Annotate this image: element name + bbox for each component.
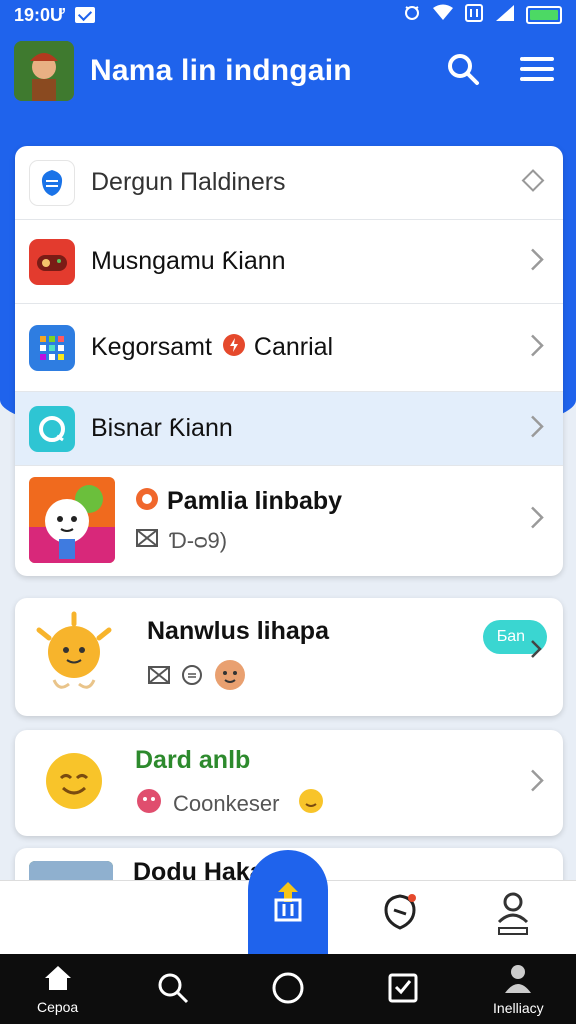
list-item-label: Musngamu Ƙiann [91, 247, 286, 275]
chevron-right-icon [529, 332, 545, 363]
list-item-label-secondary: Canrial [253, 333, 334, 361]
chevron-right-icon [529, 246, 545, 277]
feature-card[interactable]: Nanwlus lihapa Ƃan [15, 598, 563, 716]
list-item[interactable]: Pamlia linbaby Ɗ-ᴑ9) [15, 466, 563, 574]
search-icon [157, 972, 189, 1007]
feature-card[interactable]: Dard anlb Coonkeser [15, 730, 563, 836]
status-bar: 19:0Ư [0, 0, 576, 30]
nav-search[interactable] [128, 972, 218, 1007]
card-title: Nanwlus lihapa [147, 616, 329, 645]
circle-icon [272, 972, 304, 1007]
profile-icon [503, 963, 533, 996]
page-title: Nama lin indngain [90, 54, 352, 87]
list-item[interactable]: Musngamu Ƙiann [15, 220, 563, 304]
pin-notification-icon[interactable] [380, 892, 420, 937]
warning-icon [135, 487, 159, 516]
mail-icon [74, 7, 95, 23]
smiley-face-icon [41, 748, 107, 819]
list-item-label: Kegorsamt [91, 333, 212, 361]
nav-circle[interactable] [243, 972, 333, 1007]
chat-bubble-icon [29, 405, 75, 452]
chevron-right-icon [529, 413, 545, 444]
avatar[interactable] [14, 41, 74, 101]
emoji-red-face-icon [135, 787, 163, 821]
chevron-right-icon [529, 768, 545, 799]
upload-box-icon [274, 882, 302, 922]
alarm-icon [402, 3, 422, 28]
signal-icon [494, 4, 516, 27]
home-icon [43, 964, 73, 995]
checkbox-icon [388, 973, 418, 1006]
alert-icon [222, 333, 246, 362]
nav-home[interactable]: Cepoa [13, 964, 103, 1015]
search-icon[interactable] [446, 52, 480, 91]
list-item[interactable]: Dergun Πaldiners [15, 146, 563, 220]
nav-check[interactable] [358, 973, 448, 1006]
menu-card: Dergun Πaldiners Musngamu Ƙiann Kegorsam… [15, 146, 563, 576]
nav-home-label: Cepoa [36, 998, 79, 1015]
emoji-smile-icon [297, 787, 325, 821]
games-icon [29, 238, 75, 285]
fab-upload-button[interactable] [248, 850, 328, 954]
nfc-icon [464, 3, 484, 28]
status-time: 19:0Ư [14, 4, 65, 25]
chevron-right-icon [529, 638, 543, 665]
menu-icon[interactable] [520, 55, 554, 88]
list-item-label: Dergun Πaldiners [91, 168, 286, 196]
card-subtitle: Coonkeser [173, 790, 280, 816]
list-item-title: Pamlia linbaby [167, 486, 343, 515]
grid-apps-icon [29, 324, 75, 371]
diamond-icon [521, 168, 545, 197]
envelope-icon [135, 528, 159, 554]
list-item-label: Bisnar Ƙiann [91, 414, 233, 442]
list-item[interactable]: Kegorsamt Canrial [15, 304, 563, 392]
nav-profile[interactable]: Inelliacy [473, 963, 563, 1016]
app-shield-icon [29, 159, 75, 206]
wifi-icon [432, 4, 454, 27]
app-header: Nama lin indngain [0, 36, 576, 106]
nav-profile-label: Inelliacy [493, 999, 544, 1016]
list-item-selected[interactable]: Bisnar Ƙiann [15, 392, 563, 466]
list-item-meta: Ɗ-ᴑ9) [169, 527, 228, 553]
battery-icon [526, 6, 562, 24]
sun-character-icon [29, 610, 119, 705]
card-title: Dard anlb [135, 745, 251, 774]
character-app-icon [29, 477, 115, 563]
smiley-outline-icon [181, 664, 203, 692]
face-emoji-icon [213, 658, 247, 698]
character-avatar-icon [14, 41, 74, 101]
profile-card-icon[interactable] [493, 890, 533, 943]
chevron-right-icon [529, 505, 545, 536]
system-nav-bar: Cepoa Inelliacy [0, 954, 576, 1024]
envelope-icon [147, 665, 171, 691]
